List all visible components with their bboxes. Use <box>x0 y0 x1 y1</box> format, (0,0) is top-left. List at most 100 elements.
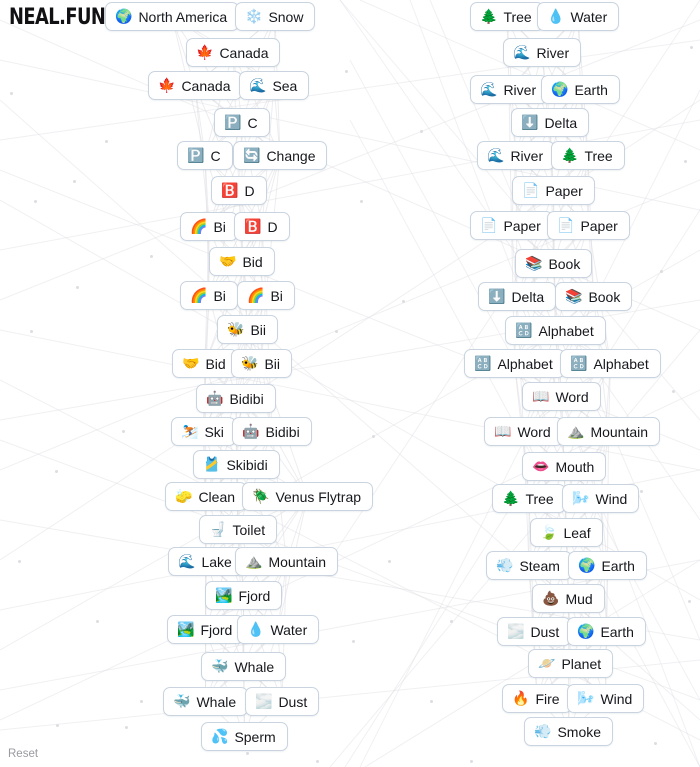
craft-item-card[interactable]: 🤝 Bid <box>209 247 275 276</box>
craft-item-card[interactable]: 💩 Mud <box>532 584 605 613</box>
craft-item-label: Clean <box>198 488 236 505</box>
craft-item-card[interactable]: 🌬️ Wind <box>562 484 640 513</box>
craft-item-card[interactable]: 🍁 Canada <box>186 38 281 67</box>
background-speck <box>420 130 423 133</box>
craft-item-card[interactable]: 🐝 Bii <box>231 349 292 378</box>
craft-item-card[interactable]: 🌍 Earth <box>568 551 647 580</box>
craft-item-card[interactable]: ⛰️ Mountain <box>557 417 661 446</box>
maple-leaf-icon: 🍁 <box>158 77 176 94</box>
craft-item-card[interactable]: 🌬️ Wind <box>567 684 645 713</box>
craft-item-card[interactable]: 🔠 Alphabet <box>505 316 606 345</box>
craft-item-card[interactable]: ⛷️ Ski <box>171 417 236 446</box>
craft-item-card[interactable]: 🔥 Fire <box>502 684 572 713</box>
craft-item-card[interactable]: 🌊 Sea <box>239 71 310 100</box>
craft-item-card[interactable]: 📄 Paper <box>547 211 630 240</box>
craft-item-label: Bii <box>264 355 280 372</box>
craft-item-card[interactable]: 🎽 Skibidi <box>193 450 280 479</box>
craft-item-card[interactable]: 📚 Book <box>515 249 593 278</box>
earth-globe-icon: 🌍 <box>577 623 595 640</box>
craft-item-card[interactable]: 🅱️ D <box>211 176 267 205</box>
craft-item-card[interactable]: 🌫️ Dust <box>245 687 320 716</box>
craft-item-card[interactable]: ⬇️ Delta <box>478 282 557 311</box>
craft-item-label: Bi <box>213 218 226 235</box>
craft-item-card[interactable]: 🌊 Lake <box>168 547 244 576</box>
craft-item-label: Tree <box>584 147 613 164</box>
craft-item-card[interactable]: 💨 Steam <box>486 551 572 580</box>
craft-item-label: Ski <box>204 423 224 440</box>
craft-item-card[interactable]: 🤖 Bidibi <box>232 417 312 446</box>
craft-item-card[interactable]: 🅿️ C <box>214 108 270 137</box>
craft-item-label: Bid <box>205 355 226 372</box>
background-speck <box>430 700 433 703</box>
craft-item-card[interactable]: 🅱️ D <box>234 212 290 241</box>
craft-item-label: Book <box>588 288 621 305</box>
craft-item-card[interactable]: ⛰️ Mountain <box>235 547 339 576</box>
craft-item-card[interactable]: 🏞️ Fjord <box>205 581 283 610</box>
craft-item-card[interactable]: 🔠 Alphabet <box>560 349 661 378</box>
craft-item-card[interactable]: 📄 Paper <box>512 176 595 205</box>
abcd-input-icon: 🔠 <box>515 322 533 339</box>
craft-item-card[interactable]: 📚 Book <box>555 282 633 311</box>
craft-item-card[interactable]: 💨 Smoke <box>524 717 614 746</box>
craft-item-card[interactable]: 🤝 Bid <box>172 349 238 378</box>
craft-item-card[interactable]: 🌈 Bi <box>180 212 238 241</box>
craft-item-card[interactable]: 📖 Word <box>484 417 563 446</box>
craft-item-label: Earth <box>601 557 635 574</box>
craft-item-card[interactable]: 🐝 Bii <box>217 315 278 344</box>
craft-item-card[interactable]: 🔄 Change <box>233 141 328 170</box>
infinite-craft-canvas[interactable]: NEAL.FUN 🌍 North America ❄️ Snow 🍁 Canada 🍁 Can… <box>0 0 700 767</box>
craft-item-card[interactable]: 🏞️ Fjord <box>167 615 245 644</box>
dust-icon: 🌫️ <box>255 693 273 710</box>
craft-item-card[interactable]: 🌫️ Dust <box>497 617 572 646</box>
craft-item-card[interactable]: 🌊 River <box>470 75 549 104</box>
background-speck <box>73 180 76 183</box>
craft-item-card[interactable]: 💧 Water <box>537 2 620 31</box>
background-speck <box>388 560 391 563</box>
skier-icon: ⛷️ <box>181 423 199 440</box>
craft-item-card[interactable]: 🌈 Bi <box>237 281 295 310</box>
earth-globe-icon: 🌍 <box>578 557 596 574</box>
background-speck <box>450 620 453 623</box>
background-speck <box>96 620 99 623</box>
craft-item-card[interactable]: 🐳 Whale <box>201 652 287 681</box>
craft-item-card[interactable]: 🔠 Alphabet <box>464 349 565 378</box>
craft-item-card[interactable]: 🌲 Tree <box>470 2 544 31</box>
craft-item-card[interactable]: 🌍 Earth <box>541 75 620 104</box>
wave-icon: 🌊 <box>487 147 505 164</box>
craft-item-card[interactable]: 🌲 Tree <box>492 484 566 513</box>
craft-item-card[interactable]: 🌈 Bi <box>180 281 238 310</box>
craft-item-card[interactable]: 🌍 North America <box>105 2 240 31</box>
neal-fun-logo[interactable]: NEAL.FUN <box>9 4 106 30</box>
craft-item-card[interactable]: 🌲 Tree <box>551 141 625 170</box>
craft-item-card[interactable]: 📖 Word <box>522 382 601 411</box>
craft-item-card[interactable]: 🌍 Earth <box>567 617 646 646</box>
craft-item-label: Mountain <box>590 423 649 440</box>
craft-item-card[interactable]: 🚽 Toilet <box>199 515 278 544</box>
wind-icon: 🌬️ <box>577 690 595 707</box>
craft-item-card[interactable]: 🅿️ C <box>177 141 233 170</box>
craft-item-label: Book <box>548 255 581 272</box>
abcd-input-icon: 🔠 <box>570 355 588 372</box>
craft-item-card[interactable]: 💧 Water <box>237 615 320 644</box>
craft-item-card[interactable]: ⬇️ Delta <box>511 108 590 137</box>
background-speck <box>640 490 643 493</box>
craft-item-card[interactable]: 🐳 Whale <box>163 687 249 716</box>
craft-item-card[interactable]: 🪲 Venus Flytrap <box>242 482 374 511</box>
craft-item-card[interactable]: 🌊 River <box>503 38 582 67</box>
craft-item-card[interactable]: 💦 Sperm <box>201 722 288 751</box>
craft-item-card[interactable]: 📄 Paper <box>470 211 553 240</box>
reset-button[interactable]: Reset <box>8 748 38 760</box>
craft-item-label: River <box>510 147 544 164</box>
leaf-icon: 🍃 <box>540 524 558 541</box>
craft-item-card[interactable]: 👄 Mouth <box>522 452 607 481</box>
craft-item-label: Bidibi <box>229 390 264 407</box>
craft-item-label: Whale <box>234 658 275 675</box>
craft-item-card[interactable]: 🪐 Planet <box>528 649 614 678</box>
craft-item-card[interactable]: 🍁 Canada <box>148 71 243 100</box>
craft-item-card[interactable]: 🤖 Bidibi <box>196 384 276 413</box>
craft-item-card[interactable]: 🍃 Leaf <box>530 518 603 547</box>
recycle-arrows-icon: 🔄 <box>243 147 261 164</box>
craft-item-card[interactable]: 🌊 River <box>477 141 556 170</box>
craft-item-card[interactable]: 🧽 Clean <box>165 482 248 511</box>
craft-item-card[interactable]: ❄️ Snow <box>235 2 316 31</box>
